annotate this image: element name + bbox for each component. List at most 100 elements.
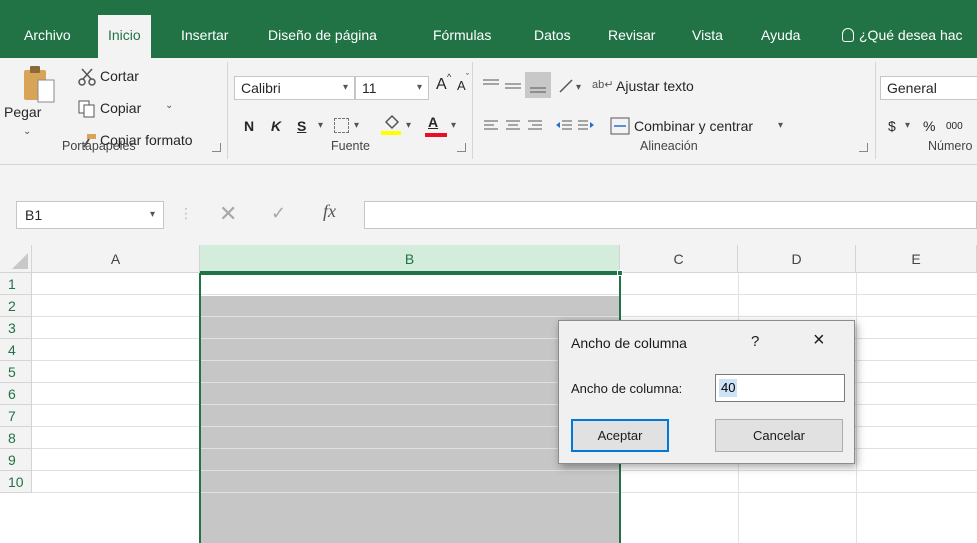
scissors-icon <box>78 68 96 86</box>
dialog-help-button[interactable]: ? <box>751 333 759 350</box>
cut-label: Cortar <box>100 68 139 84</box>
align-bottom-icon[interactable] <box>525 72 551 98</box>
portapapeles-launcher-icon[interactable] <box>212 143 221 152</box>
tab-archivo[interactable]: Archivo <box>14 20 81 50</box>
column-header-c[interactable]: C <box>620 245 738 273</box>
select-all-button[interactable] <box>0 245 32 273</box>
formula-bar-grip-icon: ⋮ <box>179 205 193 221</box>
increase-indent-icon[interactable] <box>576 116 596 136</box>
grow-font-arrow-icon: ^ <box>447 72 452 82</box>
currency-dropdown-icon[interactable]: ▾ <box>905 120 910 131</box>
align-middle-icon[interactable] <box>503 76 523 96</box>
fill-color-dropdown-icon[interactable]: ▾ <box>406 120 411 131</box>
paste-dropdown-icon: ⌄ <box>23 126 32 137</box>
font-size-select[interactable]: 11 ▾ <box>355 76 429 100</box>
portapapeles-group-label: Portapapeles <box>62 139 136 153</box>
row-header-6[interactable]: 6 <box>0 383 32 405</box>
tab-diseno-de-pagina[interactable]: Diseño de página <box>258 20 387 50</box>
grow-font-button[interactable]: A <box>436 76 447 94</box>
gridline <box>856 273 857 543</box>
merge-center-button[interactable]: Combinar y centrar ▾ <box>610 114 790 138</box>
dialog-close-button[interactable]: × <box>813 329 825 352</box>
align-right-icon[interactable] <box>525 116 545 136</box>
row-header-4[interactable]: 4 <box>0 339 32 361</box>
font-color-button[interactable]: A <box>425 114 447 138</box>
row-header-5[interactable]: 5 <box>0 361 32 383</box>
fill-color-button[interactable] <box>381 114 403 138</box>
paste-button[interactable]: Pegar ⌄ <box>4 64 62 146</box>
column-header-d[interactable]: D <box>738 245 856 273</box>
number-format-value: General <box>887 80 937 96</box>
tab-revisar[interactable]: Revisar <box>598 20 665 50</box>
column-width-dialog: Ancho de columna ? × Ancho de columna: 4… <box>558 320 855 464</box>
formula-bar: B1 ▾ ⋮ ✕ ✓ fx <box>0 165 977 245</box>
percent-button[interactable]: % <box>923 118 935 134</box>
tab-vista[interactable]: Vista <box>682 20 733 50</box>
tab-inicio[interactable]: Inicio <box>98 15 151 58</box>
font-name-dropdown-icon: ▾ <box>342 82 348 93</box>
font-size-dropdown-icon: ▾ <box>416 82 422 93</box>
alineacion-launcher-icon[interactable] <box>859 143 868 152</box>
copy-icon <box>78 100 95 118</box>
cancel-button[interactable]: Cancelar <box>715 419 843 452</box>
align-top-icon[interactable] <box>481 76 501 96</box>
underline-dropdown-icon[interactable]: ▾ <box>318 120 323 131</box>
merge-cells-icon <box>610 117 630 135</box>
thousands-button[interactable]: 000 <box>946 121 963 132</box>
bold-button[interactable]: N <box>244 118 254 134</box>
merge-center-label: Combinar y centrar <box>634 118 754 134</box>
borders-icon[interactable] <box>334 118 349 133</box>
cut-button[interactable]: Cortar <box>78 66 158 88</box>
row-header-7[interactable]: 7 <box>0 405 32 427</box>
formula-input[interactable] <box>364 201 977 229</box>
name-box[interactable]: B1 ▾ <box>16 201 164 229</box>
copy-label: Copiar <box>100 100 142 116</box>
align-center-icon[interactable] <box>503 116 523 136</box>
row-header-2[interactable]: 2 <box>0 295 32 317</box>
decrease-indent-icon[interactable] <box>554 116 574 136</box>
name-box-dropdown-icon: ▾ <box>149 209 155 220</box>
svg-text:▾: ▾ <box>576 82 581 93</box>
orientation-icon[interactable]: ▾ <box>558 76 588 96</box>
row-header-10[interactable]: 10 <box>0 471 32 493</box>
font-color-dropdown-icon[interactable]: ▾ <box>451 120 456 131</box>
shrink-font-button[interactable]: A <box>457 78 466 93</box>
merge-center-dropdown-icon: ▾ <box>778 120 784 131</box>
currency-button[interactable]: $ <box>888 118 896 134</box>
row-header-9[interactable]: 9 <box>0 449 32 471</box>
fuente-launcher-icon[interactable] <box>457 143 466 152</box>
insert-function-button[interactable]: fx <box>323 201 336 222</box>
group-divider <box>875 62 876 159</box>
underline-button[interactable]: S <box>297 118 306 134</box>
align-left-icon[interactable] <box>481 116 501 136</box>
row-header-1[interactable]: 1 <box>0 273 32 295</box>
fill-handle[interactable] <box>617 270 623 276</box>
tab-formulas[interactable]: Fórmulas <box>423 20 501 50</box>
group-divider <box>472 62 473 159</box>
cancel-entry-icon[interactable]: ✕ <box>219 201 237 227</box>
tab-insertar[interactable]: Insertar <box>171 20 238 50</box>
accept-button[interactable]: Aceptar <box>571 419 669 452</box>
paint-bucket-icon <box>384 114 400 130</box>
wrap-text-button[interactable]: ab↵ Ajustar texto <box>592 76 732 98</box>
confirm-entry-icon[interactable]: ✓ <box>271 203 286 224</box>
italic-button[interactable]: K <box>271 118 281 134</box>
borders-dropdown-icon[interactable]: ▾ <box>354 120 359 131</box>
column-header-b[interactable]: B <box>200 245 620 273</box>
tab-ayuda[interactable]: Ayuda <box>751 20 810 50</box>
tell-me-box[interactable]: ¿Qué desea hac <box>832 20 973 50</box>
font-name-select[interactable]: Calibri ▾ <box>234 76 355 100</box>
name-box-value: B1 <box>25 207 43 223</box>
column-width-input[interactable]: 40 <box>715 374 845 402</box>
copy-button[interactable]: Copiar ⌄ <box>78 98 178 120</box>
font-size-value: 11 <box>362 80 377 96</box>
tab-datos[interactable]: Datos <box>524 20 581 50</box>
column-header-a[interactable]: A <box>32 245 200 273</box>
fuente-group-label: Fuente <box>331 139 370 153</box>
ribbon: Pegar ⌄ Cortar Copiar ⌄ Copiar formato P… <box>0 58 977 165</box>
column-header-e[interactable]: E <box>856 245 977 273</box>
dialog-title: Ancho de columna <box>571 335 687 351</box>
row-header-8[interactable]: 8 <box>0 427 32 449</box>
number-format-select[interactable]: General <box>880 76 977 100</box>
row-header-3[interactable]: 3 <box>0 317 32 339</box>
